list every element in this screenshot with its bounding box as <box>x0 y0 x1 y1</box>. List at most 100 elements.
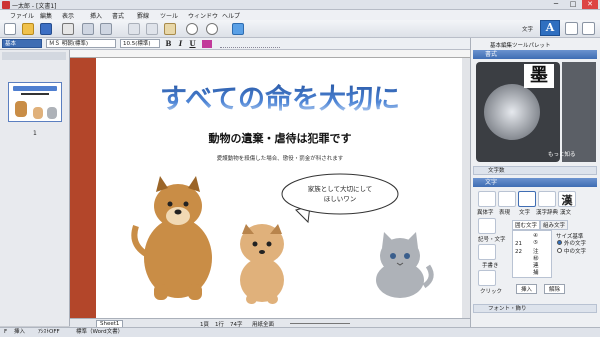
open-folder-icon[interactable] <box>22 23 34 35</box>
menu-tools[interactable]: ツール <box>160 11 178 20</box>
click-icon[interactable] <box>478 270 496 286</box>
radio-inner[interactable] <box>557 248 562 253</box>
radio-inner-label: 中の文字 <box>564 249 587 255</box>
click-label: クリック <box>480 289 503 295</box>
page-thumbnail[interactable] <box>8 82 62 122</box>
status-insert: 挿入 <box>14 329 26 335</box>
bubble-line-2: ほしいワン <box>324 195 357 203</box>
title-bar: 一太郎 - [文書1] ─ □ ✕ <box>0 0 600 10</box>
status-style-name: 標準（Word文書） <box>76 329 124 335</box>
menu-edit[interactable]: 編集 <box>40 11 52 20</box>
section-shoen-header[interactable]: 書式 <box>473 50 597 59</box>
list-char-2[interactable]: ⑤ <box>533 240 538 246</box>
undo-icon[interactable] <box>82 23 94 35</box>
moji-label: 文字 <box>522 27 534 33</box>
tool-label-kanbun: 漢文 <box>560 210 572 216</box>
kigou-label: 記号・文字 <box>478 237 506 243</box>
itaiji-icon[interactable] <box>478 191 496 207</box>
italic-button[interactable]: I <box>176 39 185 48</box>
section-font[interactable]: フォント・飾り <box>473 304 597 313</box>
menu-insert[interactable]: 挿入 <box>90 11 102 20</box>
font-select[interactable]: ＭＳ 明朝(標準) <box>46 39 116 48</box>
document-canvas: すべての命を大切に 動物の遺棄・虐待は犯罪です 愛護動物を殺傷した場合、懲役・罰… <box>131 83 434 304</box>
zoom-slider[interactable] <box>290 323 350 324</box>
radio-outer-label: 外の文字 <box>564 241 587 247</box>
palette-title: 基本編集ツールパレット <box>490 43 551 49</box>
cut-icon[interactable] <box>128 23 140 35</box>
large-dog-illustration <box>131 176 212 300</box>
menu-window[interactable]: ウィンドウ <box>188 11 218 20</box>
section-mojisuu[interactable]: 文字数 <box>473 166 597 175</box>
bold-button[interactable]: B <box>164 39 173 48</box>
puppy-illustration <box>240 224 284 304</box>
list-char-1[interactable]: ④ <box>533 233 538 239</box>
moji-button[interactable]: A <box>540 20 560 36</box>
zoom-icon[interactable] <box>206 23 218 35</box>
release-button[interactable]: 解除 <box>544 284 566 294</box>
font-color-icon[interactable] <box>202 40 212 48</box>
style-select[interactable]: 基本 <box>2 39 42 48</box>
app-icon <box>2 1 10 9</box>
status-mode-f: F <box>4 329 8 335</box>
search-icon[interactable] <box>186 23 198 35</box>
menu-icon[interactable] <box>582 22 595 35</box>
underline-button[interactable]: U <box>188 39 197 48</box>
copy-icon[interactable] <box>146 23 158 35</box>
kigou-icon[interactable] <box>478 218 496 234</box>
palette-icon[interactable] <box>565 22 578 35</box>
more-link[interactable]: もっと知る <box>548 150 576 158</box>
char-list[interactable]: 21 22 ④ ⑤ 注 ㊙ 連 捕 <box>512 230 552 278</box>
kanbun-icon[interactable]: 漢 <box>558 191 576 207</box>
page-thumbnail-pane: 1 <box>0 50 70 326</box>
save-icon[interactable] <box>40 23 52 35</box>
menu-bar: ファイル 編集 表示 挿入 書式 罫線 ツール ウィンドウ ヘルプ <box>0 10 600 20</box>
jump-icon[interactable] <box>232 23 244 35</box>
menu-help[interactable]: ヘルプ <box>222 11 240 20</box>
tab-kumimoji[interactable]: 組み文字 <box>540 220 569 230</box>
maximize-button[interactable]: □ <box>565 0 581 9</box>
menu-format[interactable]: 書式 <box>112 11 124 20</box>
format-buttons <box>220 40 280 48</box>
kanji-dict-icon[interactable] <box>538 191 556 207</box>
hyogen-icon[interactable] <box>498 191 516 207</box>
window-title: 一太郎 - [文書1] <box>12 3 57 10</box>
preview-box: 墨 <box>476 62 560 162</box>
menu-ruled-lines[interactable]: 罫線 <box>137 11 149 20</box>
side-button-column <box>476 218 500 290</box>
paste-icon[interactable] <box>164 23 176 35</box>
tegaki-icon[interactable] <box>478 244 496 260</box>
document-bottom-bar: Sheet1 1頁 1行 74字 用紙全面 <box>70 318 470 328</box>
section-moji-header[interactable]: 文字 <box>473 178 597 187</box>
insert-button[interactable]: 挿入 <box>516 284 538 294</box>
tab-kakomu[interactable]: 囲む文字 <box>512 220 541 230</box>
moji-tool-icon[interactable] <box>518 191 536 207</box>
tool-label-hyogen: 表現 <box>499 210 511 216</box>
list-char-6[interactable]: 捕 <box>533 268 539 276</box>
minimize-button[interactable]: ─ <box>548 0 564 9</box>
tegaki-label: 手書き <box>482 263 499 269</box>
new-file-icon[interactable] <box>4 23 16 35</box>
redo-icon[interactable] <box>100 23 112 35</box>
document-page[interactable]: すべての命を大切に 動物の遺棄・虐待は犯罪です 愛護動物を殺傷した場合、懲役・罰… <box>96 58 464 318</box>
document-headline: すべての命を大切に <box>160 83 400 115</box>
tool-label-moji: 文字 <box>519 210 531 216</box>
kitten-illustration <box>376 232 434 298</box>
menu-view[interactable]: 表示 <box>62 11 74 20</box>
close-button[interactable]: ✕ <box>582 0 598 9</box>
status-bar: F 挿入 ｱｼｽﾄOFF 標準（Word文書） <box>0 327 600 337</box>
radio-outer[interactable] <box>557 240 562 245</box>
menu-file[interactable]: ファイル <box>10 11 34 20</box>
document-notice: 愛護動物を殺傷した場合、懲役・罰金が科されます <box>217 154 344 162</box>
status-assist: ｱｼｽﾄOFF <box>38 329 60 335</box>
preview-char: 墨 <box>524 64 554 88</box>
list-number-2: 22 <box>515 249 522 255</box>
tool-label-itaiji: 異体字 <box>477 210 494 216</box>
page-number: 1 <box>33 130 37 137</box>
vertical-scrollbar[interactable] <box>462 58 470 318</box>
print-icon[interactable] <box>62 23 74 35</box>
thumbnail-toolbar <box>2 52 66 60</box>
main-toolbar: 文字 <box>0 20 600 38</box>
font-size-select[interactable]: 10.5(標準) <box>120 39 160 48</box>
list-number-1: 21 <box>515 241 522 247</box>
bubble-line-1: 家族として大切にして <box>308 184 373 193</box>
